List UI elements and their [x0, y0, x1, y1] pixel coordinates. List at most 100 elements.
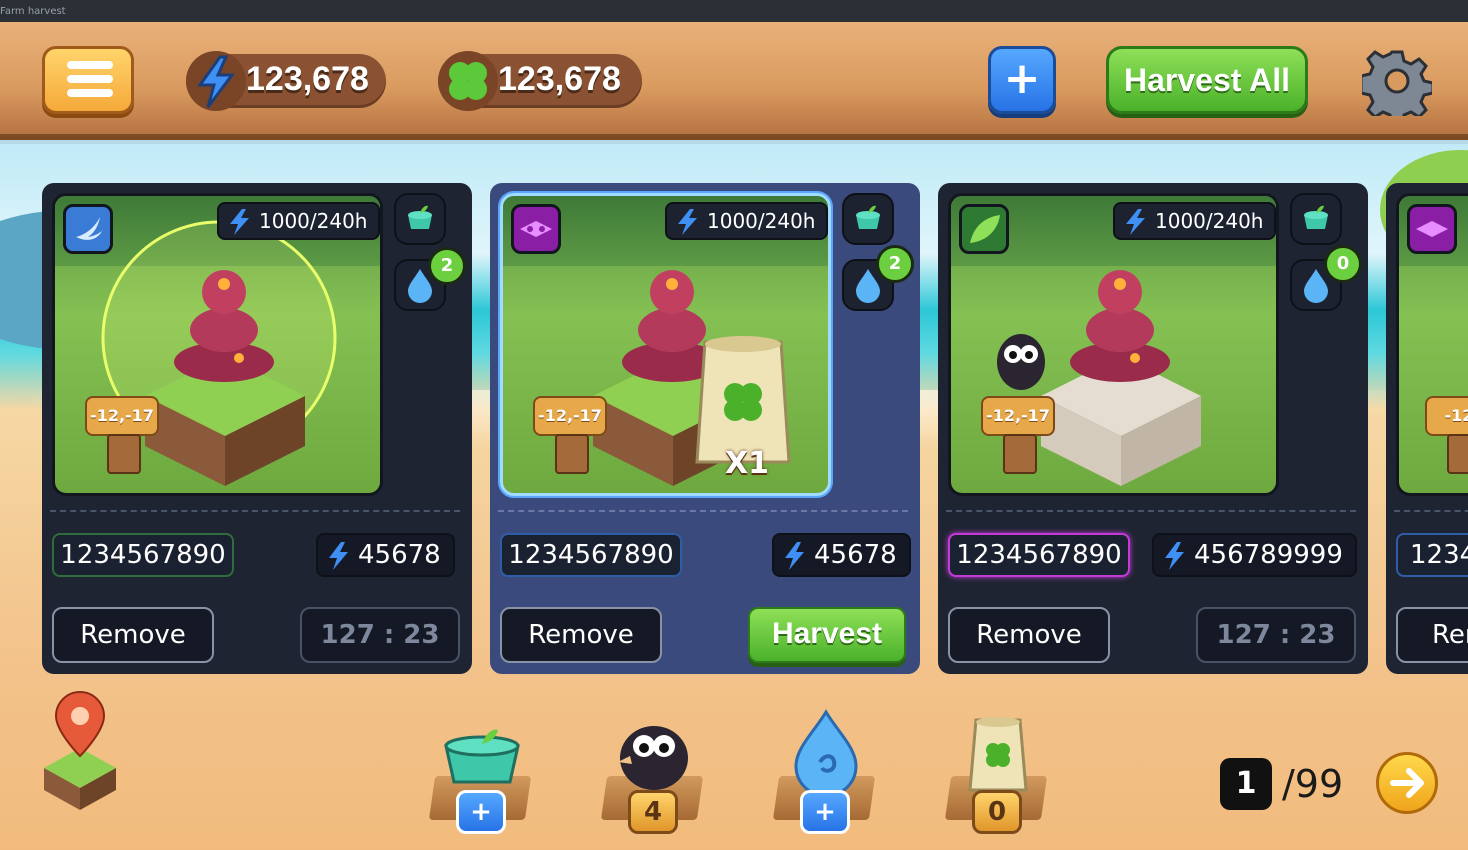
- seed-tool[interactable]: 0: [944, 700, 1048, 840]
- lightning-icon: [1165, 542, 1184, 570]
- sign-post: [1447, 434, 1468, 474]
- rate-value: 1000/240h: [259, 209, 368, 233]
- pot-icon: [1304, 205, 1328, 229]
- coordinates-sign: -12,: [1425, 396, 1468, 474]
- arrow-right-icon: [1390, 768, 1424, 798]
- sign-post: [107, 434, 141, 474]
- production-rate: 1000/240h: [665, 202, 828, 240]
- lightning-icon: [230, 209, 249, 235]
- water-count-badge: 0: [1324, 245, 1362, 283]
- plot-art: -12,-17 1000/240h: [948, 193, 1279, 496]
- plot-art: -12,-17 1000/240h: [52, 193, 383, 496]
- volcano-plant: [1070, 270, 1170, 382]
- coordinates-sign: -12,-17: [85, 396, 159, 474]
- pot-icon: [408, 205, 432, 229]
- plot-id: 1234567890: [52, 533, 234, 577]
- water-count-badge: 2: [428, 247, 466, 285]
- coordinates-sign: -12,-17: [533, 396, 607, 474]
- points-pill: 45678: [772, 533, 911, 577]
- plot-card[interactable]: -12,-17 1000/240h 2 1234567890 45678 Rem…: [42, 183, 472, 674]
- pot-slot-button[interactable]: [842, 193, 894, 245]
- production-rate: 1000/240h: [217, 202, 380, 240]
- rate-value: 1000/240h: [1155, 209, 1264, 233]
- lightning-icon: [678, 209, 697, 235]
- points-value: 45678: [814, 540, 897, 570]
- remove-button[interactable]: Remove: [500, 607, 662, 663]
- coordinates-label: -12,: [1425, 396, 1468, 436]
- card-divider: [946, 510, 1356, 512]
- energy-value: 123,678: [246, 60, 369, 98]
- lightning-icon: [785, 542, 804, 570]
- lightning-icon: [1126, 209, 1145, 235]
- lightning-icon: [329, 542, 348, 570]
- menu-button[interactable]: [42, 46, 134, 114]
- plus-icon: +: [1003, 53, 1041, 104]
- crow-icon: [997, 334, 1045, 390]
- map-pin-icon: [44, 690, 116, 810]
- rate-value: 1000/240h: [707, 209, 816, 233]
- card-divider: [50, 510, 460, 512]
- energy-counter: 123,678: [186, 51, 386, 111]
- crow-count: 4: [628, 790, 678, 834]
- add-plot-button[interactable]: +: [988, 46, 1056, 114]
- pot-slot-button[interactable]: [1290, 193, 1342, 245]
- coordinates-label: -12,-17: [533, 396, 607, 436]
- plot-card-selected[interactable]: X1 -12,-17 1000/240h 2 1234567890 45678 …: [490, 183, 920, 674]
- add-pot-button[interactable]: +: [456, 790, 506, 834]
- remove-button[interactable]: Remove: [52, 607, 214, 663]
- plot-art: -12,: [1396, 193, 1468, 496]
- element-air-icon: [63, 204, 113, 254]
- total-pages: /99: [1282, 762, 1344, 806]
- sign-post: [555, 434, 589, 474]
- plot-art: X1 -12,-17 1000/240h: [500, 193, 831, 496]
- coordinates-label: -12,-17: [981, 396, 1055, 436]
- crow-icon: [618, 726, 688, 790]
- remove-button[interactable]: Rem: [1396, 607, 1468, 663]
- coordinates-sign: -12,-17: [981, 396, 1055, 474]
- pot-icon: [444, 729, 520, 784]
- location-button[interactable]: [40, 688, 120, 814]
- water-count-badge: 2: [876, 245, 914, 283]
- card-divider: [498, 510, 908, 512]
- points-pill: 45678: [316, 533, 455, 577]
- points-value: 45678: [358, 540, 441, 570]
- gear-icon: [1359, 50, 1435, 126]
- element-mystic-icon: [511, 204, 561, 254]
- plot-card[interactable]: -12,-17 1000/240h 0 1234567890 456789999…: [938, 183, 1368, 674]
- clover-value: 123,678: [498, 60, 621, 98]
- hamburger-icon: [67, 61, 113, 69]
- plot-card-partial[interactable]: -12, 1234 Rem: [1386, 183, 1468, 674]
- points-value: 456789999: [1194, 540, 1343, 570]
- lightning-icon: [186, 51, 246, 111]
- sign-post: [1003, 434, 1037, 474]
- add-water-button[interactable]: +: [800, 790, 850, 834]
- next-page-button[interactable]: [1376, 752, 1438, 814]
- pot-tool[interactable]: +: [428, 700, 532, 840]
- settings-button[interactable]: [1359, 46, 1435, 126]
- clover-icon: [438, 51, 498, 111]
- harvest-all-button[interactable]: Harvest All: [1106, 46, 1308, 114]
- harvest-button[interactable]: Harvest: [748, 607, 906, 663]
- remove-button[interactable]: Remove: [948, 607, 1110, 663]
- plot-id: 1234567890: [500, 533, 682, 577]
- points-pill: 456789999: [1152, 533, 1357, 577]
- card-divider: [1394, 510, 1468, 512]
- volcano-plant: [174, 270, 274, 382]
- hamburger-icon-line: [67, 89, 113, 97]
- plot-id: 1234: [1396, 533, 1468, 577]
- clover-counter: 123,678: [438, 51, 642, 111]
- plot-id: 1234567890: [948, 533, 1130, 577]
- element-leaf-icon: [959, 204, 1009, 254]
- pot-icon: [856, 205, 880, 229]
- water-drop-icon: [794, 709, 858, 798]
- crow-tool[interactable]: 4: [600, 700, 704, 840]
- water-tool[interactable]: +: [772, 700, 876, 840]
- harvest-timer: 127 : 23: [1196, 607, 1356, 663]
- seed-bag-icon: [968, 717, 1028, 792]
- hamburger-icon-line: [67, 75, 113, 83]
- element-mystic-icon: [1407, 204, 1457, 254]
- harvest-timer: 127 : 23: [300, 607, 460, 663]
- seed-count: 0: [972, 790, 1022, 834]
- pot-slot-button[interactable]: [394, 193, 446, 245]
- window-titlebar: Farm harvest: [0, 0, 1468, 22]
